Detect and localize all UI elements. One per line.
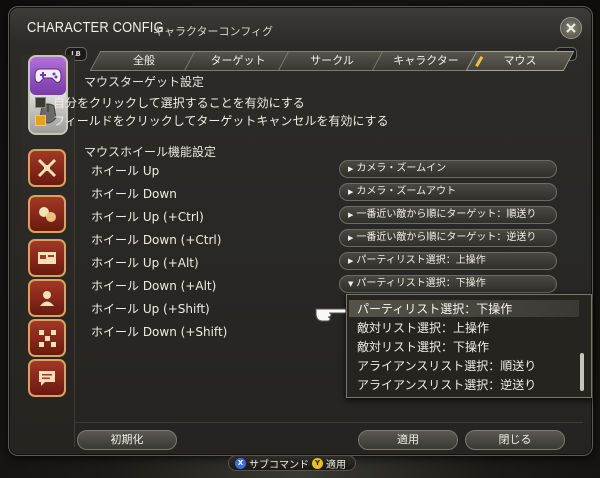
chevron-right-icon: ▶ [348, 257, 354, 265]
reset-button[interactable]: 初期化 [77, 430, 177, 450]
wheel-up-shift-label: ホイール Up (+Shift) [91, 302, 210, 316]
chevron-right-icon: ▶ [348, 188, 354, 196]
wheel-down-ctrl-dropdown[interactable]: ▶ 一番近い敵から順にターゲット：逆送り [339, 229, 557, 247]
wheel-down-ctrl-label: ホイール Down (+Ctrl) [91, 233, 222, 247]
wheel-up-value: カメラ・ズームイン [356, 163, 447, 174]
subcommand-hint: サブコマンド [249, 459, 309, 471]
wheel-up-label: ホイール Up [91, 164, 160, 178]
sidebar-combat-button[interactable] [28, 195, 66, 233]
tab-label: キャラクター [393, 54, 459, 67]
wheel-up-alt-dropdown[interactable]: ▶ パーティリスト選択：上操作 [339, 252, 557, 270]
tab-general[interactable]: 全般 [89, 51, 199, 71]
wheel-up-dropdown[interactable]: ▶ カメラ・ズームイン [339, 160, 557, 178]
window-subtitle: キャラクターコンフィグ [153, 25, 274, 38]
chevron-right-icon: ▶ [348, 211, 354, 219]
wheel-up-ctrl-label: ホイール Up (+Ctrl) [91, 210, 204, 224]
controller-hint-bar: X サブコマンド Y 適用 [228, 455, 356, 471]
close-window-button[interactable] [560, 17, 582, 39]
tab-label: 全般 [133, 54, 155, 67]
card-icon [38, 252, 56, 264]
wheel-down-value: カメラ・ズームアウト [356, 186, 457, 197]
mouse-target-section-title: マウスターゲット設定 [84, 75, 205, 89]
field-click-option[interactable]: フィールドをクリックしてターゲットキャンセルを有効にする [35, 112, 389, 129]
gamepad-mode[interactable] [30, 57, 66, 95]
chat-icon [39, 371, 55, 386]
self-click-label: 自分をクリックして選択することを有効にする [53, 96, 305, 110]
dropdown-option-list[interactable]: パーティリスト選択：下操作 敵対リスト選択：上操作 敵対リスト選択：下操作 アラ… [346, 294, 592, 398]
y-button-icon: Y [312, 457, 323, 469]
x-button-icon: X [235, 457, 246, 469]
combat-icon [39, 207, 56, 222]
sidebar-pattern-button[interactable] [28, 319, 66, 357]
footer-divider [75, 422, 583, 423]
pattern-icon [39, 330, 56, 347]
wheel-down-dropdown[interactable]: ▶ カメラ・ズームアウト [339, 183, 557, 201]
wheel-down-shift-label: ホイール Down (+Shift) [91, 325, 228, 339]
gamepad-icon [34, 68, 62, 83]
close-icon [566, 23, 576, 33]
apply-hint: 適用 [326, 459, 346, 471]
field-click-checkbox[interactable] [35, 115, 46, 126]
wheel-up-ctrl-value: 一番近い敵から順にターゲット：順送り [356, 209, 537, 220]
wheel-down-alt-label: ホイール Down (+Alt) [91, 279, 217, 293]
sidebar-chat-button[interactable] [28, 359, 66, 397]
tab-bar: 全般 ターゲット サークル キャラクター マウス [89, 51, 575, 71]
character-icon [40, 291, 54, 306]
tab-label: サークル [310, 54, 354, 67]
sidebar-card-button[interactable] [28, 239, 66, 277]
self-click-checkbox[interactable] [35, 97, 46, 108]
wheel-up-alt-label: ホイール Up (+Alt) [91, 256, 199, 270]
wheel-down-alt-value: パーティリスト選択：下操作 [356, 278, 486, 289]
apply-button[interactable]: 適用 [358, 430, 458, 450]
wheel-down-label: ホイール Down [91, 187, 177, 201]
wheel-section-title: マウスホイール機能設定 [84, 145, 217, 159]
tab-label: マウス [503, 54, 537, 67]
wheel-up-alt-value: パーティリスト選択：上操作 [356, 255, 486, 266]
dropdown-scrollbar[interactable] [580, 353, 584, 391]
sidebar-character-button[interactable] [28, 279, 66, 317]
dropdown-option[interactable]: パーティリスト選択：下操作 [349, 300, 579, 317]
self-click-option[interactable]: 自分をクリックして選択することを有効にする [35, 94, 305, 111]
tab-label: ターゲット [210, 54, 266, 67]
chevron-right-icon: ▶ [348, 165, 354, 173]
chevron-down-icon: ▼ [348, 280, 354, 288]
tab-target[interactable]: ターゲット [183, 51, 293, 71]
dropdown-option[interactable]: 敵対リスト選択：下操作 [357, 338, 489, 355]
tab-mouse[interactable]: マウス [465, 51, 575, 71]
dropdown-option[interactable]: 敵対リスト選択：上操作 [357, 319, 489, 336]
target-icon [37, 158, 57, 178]
wheel-down-alt-dropdown[interactable]: ▼ パーティリスト選択：下操作 [339, 275, 557, 293]
dropdown-option[interactable]: アライアンスリスト選択：順送り [357, 357, 536, 374]
hand-cursor-icon [315, 308, 347, 322]
tab-circle[interactable]: サークル [277, 51, 387, 71]
wheel-up-ctrl-dropdown[interactable]: ▶ 一番近い敵から順にターゲット：順送り [339, 206, 557, 224]
dropdown-option[interactable]: アライアンスリスト選択：逆送り [357, 376, 536, 393]
sidebar-target-button[interactable] [28, 149, 66, 187]
close-button[interactable]: 閉じる [465, 430, 565, 450]
chevron-right-icon: ▶ [348, 234, 354, 242]
wheel-down-ctrl-value: 一番近い敵から順にターゲット：逆送り [356, 232, 537, 243]
tab-character[interactable]: キャラクター [371, 51, 481, 71]
window-title: CHARACTER CONFIG [27, 19, 164, 36]
field-click-label: フィールドをクリックしてターゲットキャンセルを有効にする [53, 114, 389, 128]
